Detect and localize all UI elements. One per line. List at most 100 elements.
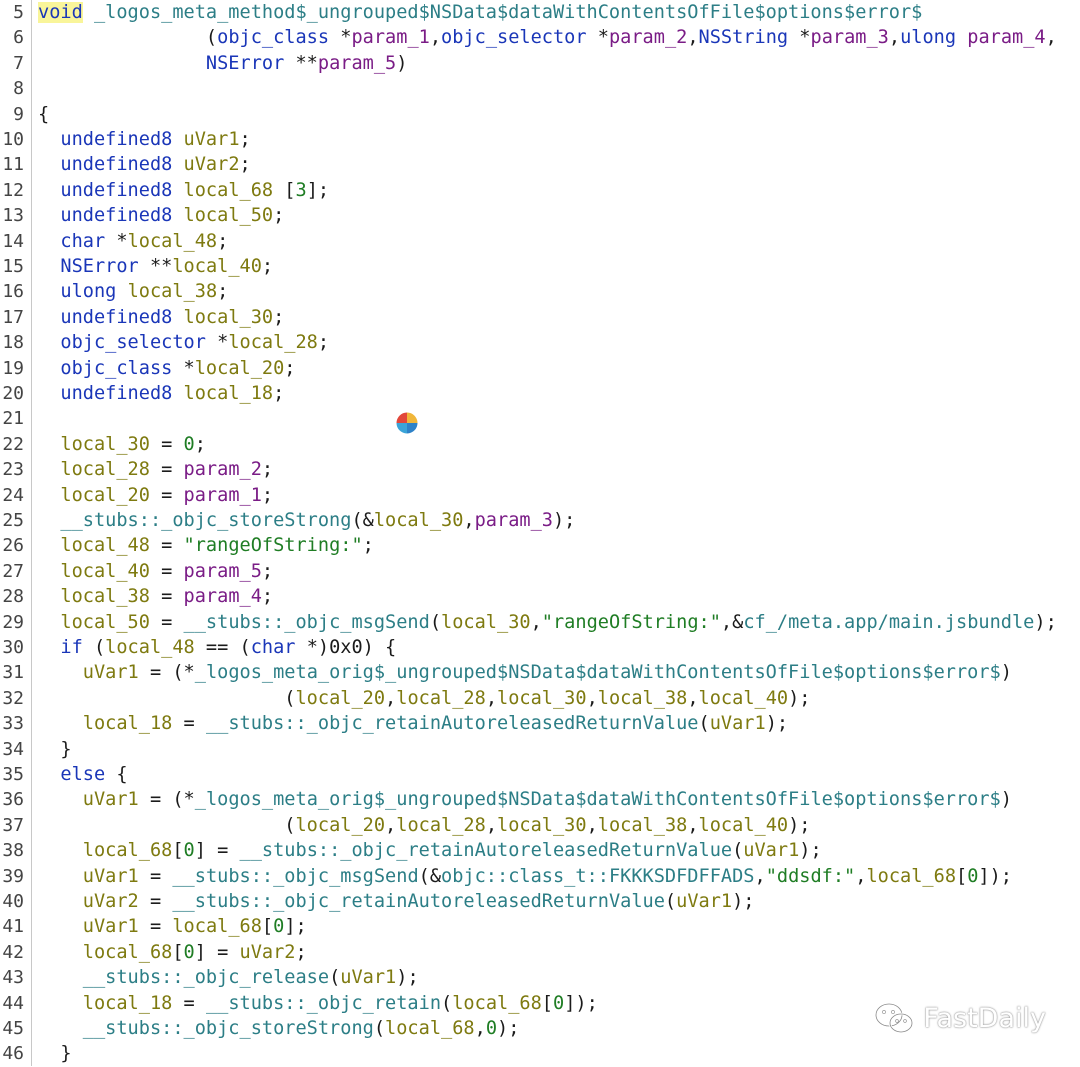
code-text: else { [38,762,127,787]
code-token: param_2 [608,27,688,49]
code-line[interactable]: 12 undefined8 local_68 [3]; [0,178,1080,203]
code-token: ; [261,256,274,277]
code-line[interactable]: 34 } [0,737,1080,762]
line-number: 36 [2,789,24,811]
line-number: 45 [2,1018,24,1039]
code-text: (local_20,local_28,local_30,local_38,loc… [38,813,810,838]
code-line[interactable]: 41 uVar1 = local_68[0]; [0,914,1080,939]
code-token: local_40 [172,256,262,277]
code-token: local_40 [60,560,150,582]
code-line[interactable]: 33 local_18 = __stubs::_objc_retainAutor… [0,711,1080,736]
code-line[interactable]: 21 [0,406,1080,431]
code-line[interactable]: 24 local_20 = param_1; [0,483,1080,508]
line-number: 16 [2,281,24,303]
code-line[interactable]: 25 __stubs::_objc_storeStrong(&local_30,… [0,508,1080,533]
code-line[interactable]: 46 } [0,1041,1080,1066]
code-token: ; [362,535,374,557]
code-token: = [149,459,184,481]
code-line[interactable]: 8 [0,76,1080,101]
line-number: 20 [2,383,24,404]
code-line[interactable]: 26 local_48 = "rangeOfString:"; [0,533,1080,558]
code-line[interactable]: 36 uVar1 = (*_logos_meta_orig$_ungrouped… [0,787,1080,812]
code-line[interactable]: 40 uVar2 = __stubs::_objc_retainAutorele… [0,889,1080,914]
code-token: param_4 [183,586,262,608]
code-line[interactable]: 16 ulong local_38; [0,279,1080,304]
line-number: 30 [2,637,24,658]
code-line[interactable]: 35 else { [0,762,1080,787]
code-token: __stubs::_objc_storeStrong [82,1018,374,1039]
line-number: 26 [2,535,24,557]
code-token: _logos_meta_orig$_ungrouped$NSData$dataW… [194,789,1001,811]
line-number: 28 [2,586,24,608]
code-token: NSError [205,52,285,74]
code-line[interactable]: 17 undefined8 local_30; [0,305,1080,330]
code-line[interactable]: 14 char *local_48; [0,229,1080,254]
code-line[interactable]: 7 NSError **param_5) [0,51,1080,76]
code-line[interactable]: 37 (local_20,local_28,local_30,local_38,… [0,813,1080,838]
code-token: * [586,27,609,49]
code-line[interactable]: 30 if (local_48 == (char *)0x0) { [0,635,1080,660]
line-number: 38 [2,840,24,862]
code-text: local_18 = __stubs::_objc_retainAutorele… [38,711,788,736]
code-token: local_48 [60,535,150,557]
code-token: = [149,611,184,633]
code-line[interactable]: 23 local_28 = param_2; [0,457,1080,482]
code-token: ( [698,713,710,735]
code-line[interactable]: 22 local_30 = 0; [0,432,1080,457]
code-token: , [888,27,901,49]
code-token: __stubs::_objc_retainAutoreleasedReturnV… [239,840,733,862]
code-token: uVar1 [82,865,139,887]
code-line[interactable]: 38 local_68[0] = __stubs::_objc_retainAu… [0,838,1080,863]
code-token: , [474,1018,486,1039]
code-line[interactable]: 19 objc_class *local_20; [0,356,1080,381]
code-token: * [205,332,229,354]
code-token: ); [497,1018,520,1039]
code-text: { [38,102,49,127]
code-line[interactable]: 31 uVar1 = (*_logos_meta_orig$_ungrouped… [0,660,1080,685]
code-token: uVar1 [82,789,139,811]
code-text: undefined8 uVar2; [38,152,250,177]
code-line[interactable]: 9{ [0,102,1080,127]
code-line[interactable]: 39 uVar1 = __stubs::_objc_msgSend(&objc:… [0,864,1080,889]
code-token: = (* [138,789,195,811]
line-number: 12 [2,179,24,201]
code-token: param_4 [967,27,1046,49]
code-line[interactable]: 10 undefined8 uVar1; [0,127,1080,152]
code-line[interactable]: 27 local_40 = param_5; [0,559,1080,584]
code-token: 0 [183,840,195,862]
code-token: undefined8 [60,383,173,404]
code-token: local_68 [452,992,542,1014]
watermark-text: FastDaily [923,1002,1046,1034]
code-token: uVar1 [82,916,139,938]
code-line[interactable]: 15 NSError **local_40; [0,254,1080,279]
code-token: , [1045,27,1057,49]
code-token: , [687,27,699,49]
code-token: local_20 [295,687,386,709]
code-line[interactable]: 11 undefined8 uVar2; [0,152,1080,177]
code-token: 0 [485,1018,498,1039]
code-text: objc_class *local_20; [38,356,295,381]
code-line[interactable]: 18 objc_selector *local_28; [0,330,1080,355]
decompiler-code-view[interactable]: 5 void _logos_meta_method$_ungrouped$NSDa… [0,0,1080,1066]
code-line[interactable]: 13 undefined8 local_50; [0,203,1080,228]
code-line[interactable]: 20 undefined8 local_18; [0,381,1080,406]
code-token: uVar2 [183,154,240,176]
code-line[interactable]: 43 __stubs::_objc_release(uVar1); [0,965,1080,990]
code-line[interactable]: 28 local_38 = param_4; [0,584,1080,609]
code-line[interactable]: 42 local_68[0] = uVar2; [0,940,1080,965]
code-line[interactable]: 5 void _logos_meta_method$_ungrouped$NSDa… [0,0,1080,25]
code-token: ; [317,332,330,354]
line-number: 34 [2,738,24,760]
code-line[interactable]: 32 (local_20,local_28,local_30,local_38,… [0,686,1080,711]
code-line[interactable]: 29 local_50 = __stubs::_objc_msgSend(loc… [0,610,1080,635]
code-text: (local_20,local_28,local_30,local_38,loc… [38,686,810,711]
code-line[interactable]: 6 (objc_class *param_1,objc_selector *pa… [0,25,1080,50]
